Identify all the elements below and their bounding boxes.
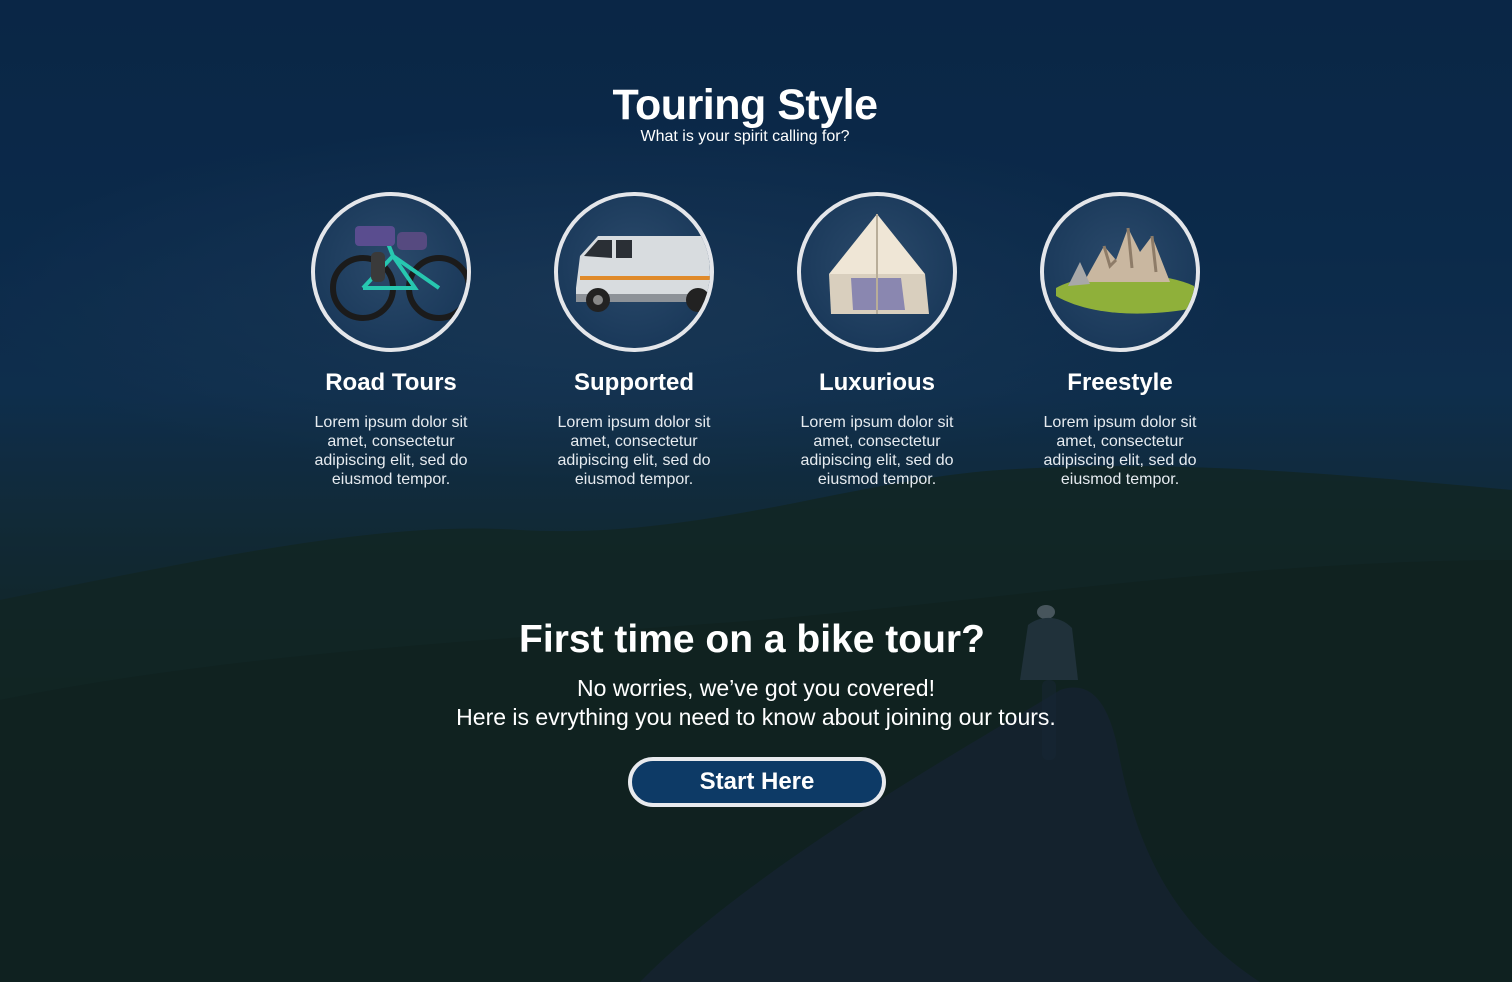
style-card-supported[interactable]: Supported Lorem ipsum dolor sit amet, co…: [544, 192, 724, 489]
style-card-description: Lorem ipsum dolor sit amet, consectetur …: [1043, 414, 1197, 488]
dark-overlay: [0, 0, 1512, 982]
style-card-title: Supported: [574, 369, 694, 396]
luxurious-image[interactable]: [797, 192, 957, 352]
style-card-road-tours[interactable]: Road Tours Lorem ipsum dolor sit amet, c…: [301, 192, 481, 489]
style-card-freestyle[interactable]: Freestyle Lorem ipsum dolor sit amet, co…: [1030, 192, 1210, 489]
cta-title: First time on a bike tour?: [519, 618, 985, 661]
first-time-section: First time on a bike tour? No worries, w…: [0, 616, 1512, 807]
road-tours-image[interactable]: [311, 192, 471, 352]
start-here-button[interactable]: Start Here: [628, 757, 886, 807]
page-subtitle: What is your spirit calling for?: [640, 128, 850, 145]
tent-icon: [829, 214, 929, 314]
style-card-luxurious[interactable]: Luxurious Lorem ipsum dolor sit amet, co…: [787, 192, 967, 489]
section-header: Touring Style What is your spirit callin…: [0, 80, 1512, 147]
cta-line-1: No worries, we’ve got you covered!: [577, 675, 935, 701]
style-card-title: Road Tours: [325, 369, 457, 396]
supported-image[interactable]: [554, 192, 714, 352]
mountain-icon: [1056, 227, 1194, 314]
cta-line-2: Here is evrything you need to know about…: [456, 704, 1056, 730]
style-card-title: Luxurious: [818, 369, 935, 396]
style-card-title: Freestyle: [1067, 369, 1173, 396]
page-title: Touring Style: [612, 81, 878, 129]
style-card-description: Lorem ipsum dolor sit amet, consectetur …: [314, 414, 468, 488]
bicycle-icon: [330, 226, 467, 321]
style-card-description: Lorem ipsum dolor sit amet, consectetur …: [800, 414, 954, 488]
style-card-description: Lorem ipsum dolor sit amet, consectetur …: [557, 414, 711, 488]
van-icon: [576, 236, 710, 312]
freestyle-image[interactable]: [1040, 192, 1200, 352]
